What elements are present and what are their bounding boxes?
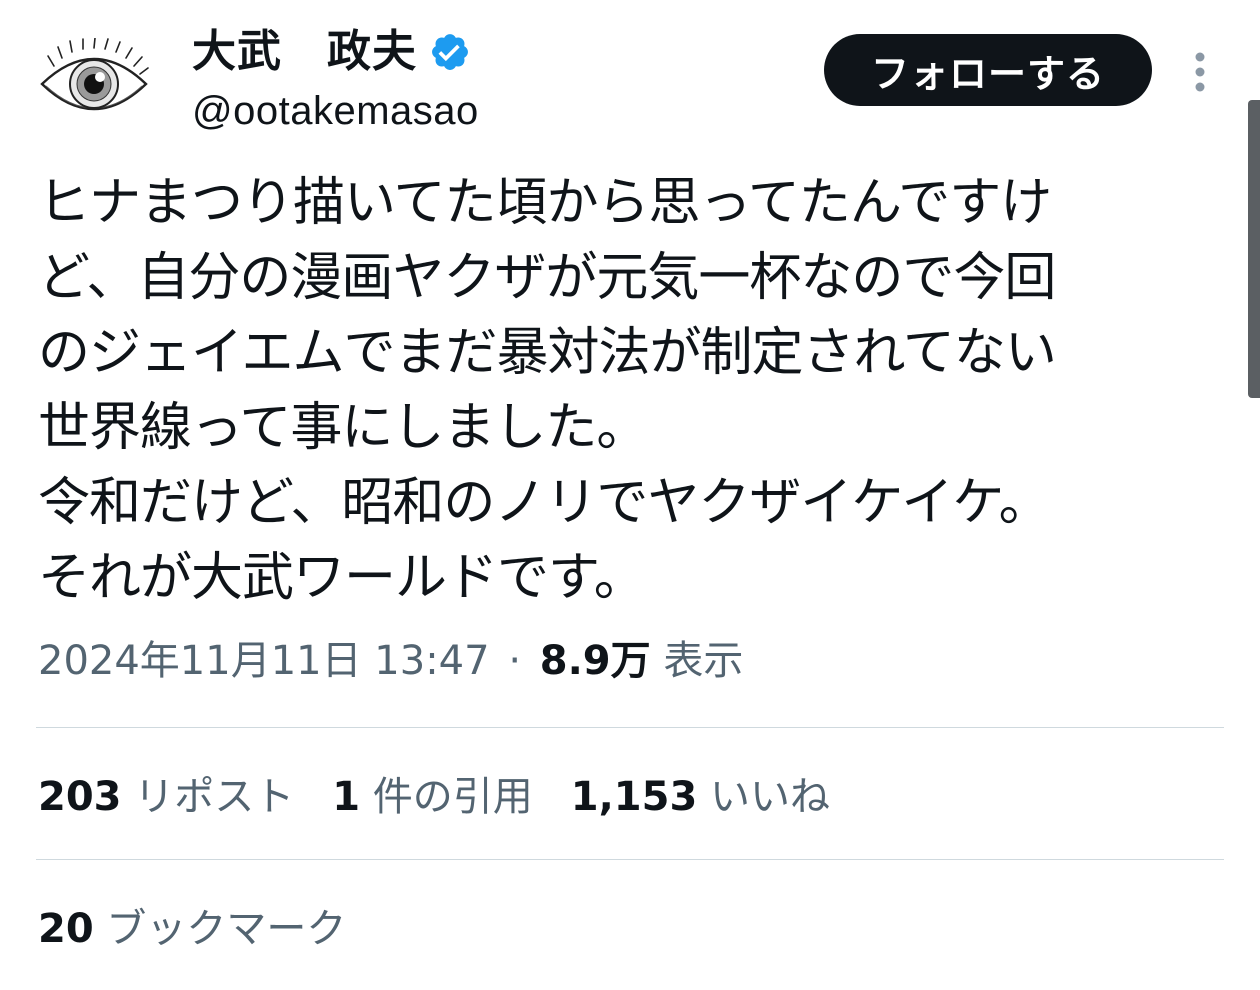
bookmarks-stat[interactable]: 20 ブックマーク — [38, 898, 346, 960]
author-display-name[interactable]: 大武 政夫 — [192, 22, 417, 82]
scrollbar-thumb[interactable] — [1248, 100, 1260, 398]
likes-label: いいね — [710, 774, 831, 820]
views-label: 表示 — [663, 638, 744, 684]
divider — [36, 727, 1224, 728]
bookmarks-count: 20 — [38, 906, 94, 952]
quotes-stat[interactable]: 1 件の引用 — [332, 766, 533, 828]
views-count[interactable]: 8.9万 — [540, 638, 651, 684]
tweet-text-line: それが大武ワールドです。 — [38, 548, 646, 608]
eye-icon — [40, 37, 149, 111]
meta-separator: · — [508, 638, 522, 684]
quotes-count: 1 — [332, 774, 361, 820]
tweet-text-line: ど、自分の漫画ヤクザが元気一杯なので今回 — [38, 248, 1056, 308]
follow-button[interactable]: フォローする — [824, 34, 1152, 106]
reposts-stat[interactable]: 203 リポスト — [38, 766, 294, 828]
tweet-text-line: 世界線って事にしました。 — [38, 398, 648, 458]
tweet-text-line: のジェイエムでまだ暴対法が制定されてない — [38, 323, 1057, 383]
tweet-text-line: 令和だけど、昭和のノリでヤクザイケイケ。 — [38, 473, 1051, 533]
engagement-stats: 203 リポスト 1 件の引用 1,153 いいね — [38, 766, 830, 828]
tweet-text-line: ヒナまつり描いてた頃から思ってたんですけ — [38, 173, 1052, 233]
likes-stat[interactable]: 1,153 いいね — [571, 766, 830, 828]
divider — [36, 859, 1224, 860]
more-vertical-icon[interactable] — [1182, 48, 1218, 96]
reposts-label: リポスト — [134, 774, 295, 820]
author-handle[interactable]: @ootakemasao — [192, 86, 479, 136]
tweet-meta: 2024年11月11日 13:47 · 8.9万 表示 — [38, 630, 743, 692]
tweet-timestamp[interactable]: 2024年11月11日 13:47 — [38, 638, 490, 684]
avatar[interactable] — [38, 37, 150, 126]
author-name-row[interactable]: 大武 政夫 — [192, 22, 471, 82]
likes-count: 1,153 — [570, 774, 698, 820]
reposts-count: 203 — [38, 774, 122, 820]
tweet-text: ヒナまつり描いてた頃から思ってたんですけ ど、自分の漫画ヤクザが元気一杯なので今… — [38, 166, 1228, 616]
bookmarks-label: ブックマーク — [106, 906, 347, 952]
verified-badge-icon[interactable] — [429, 31, 471, 73]
quotes-label: 件の引用 — [372, 774, 533, 820]
